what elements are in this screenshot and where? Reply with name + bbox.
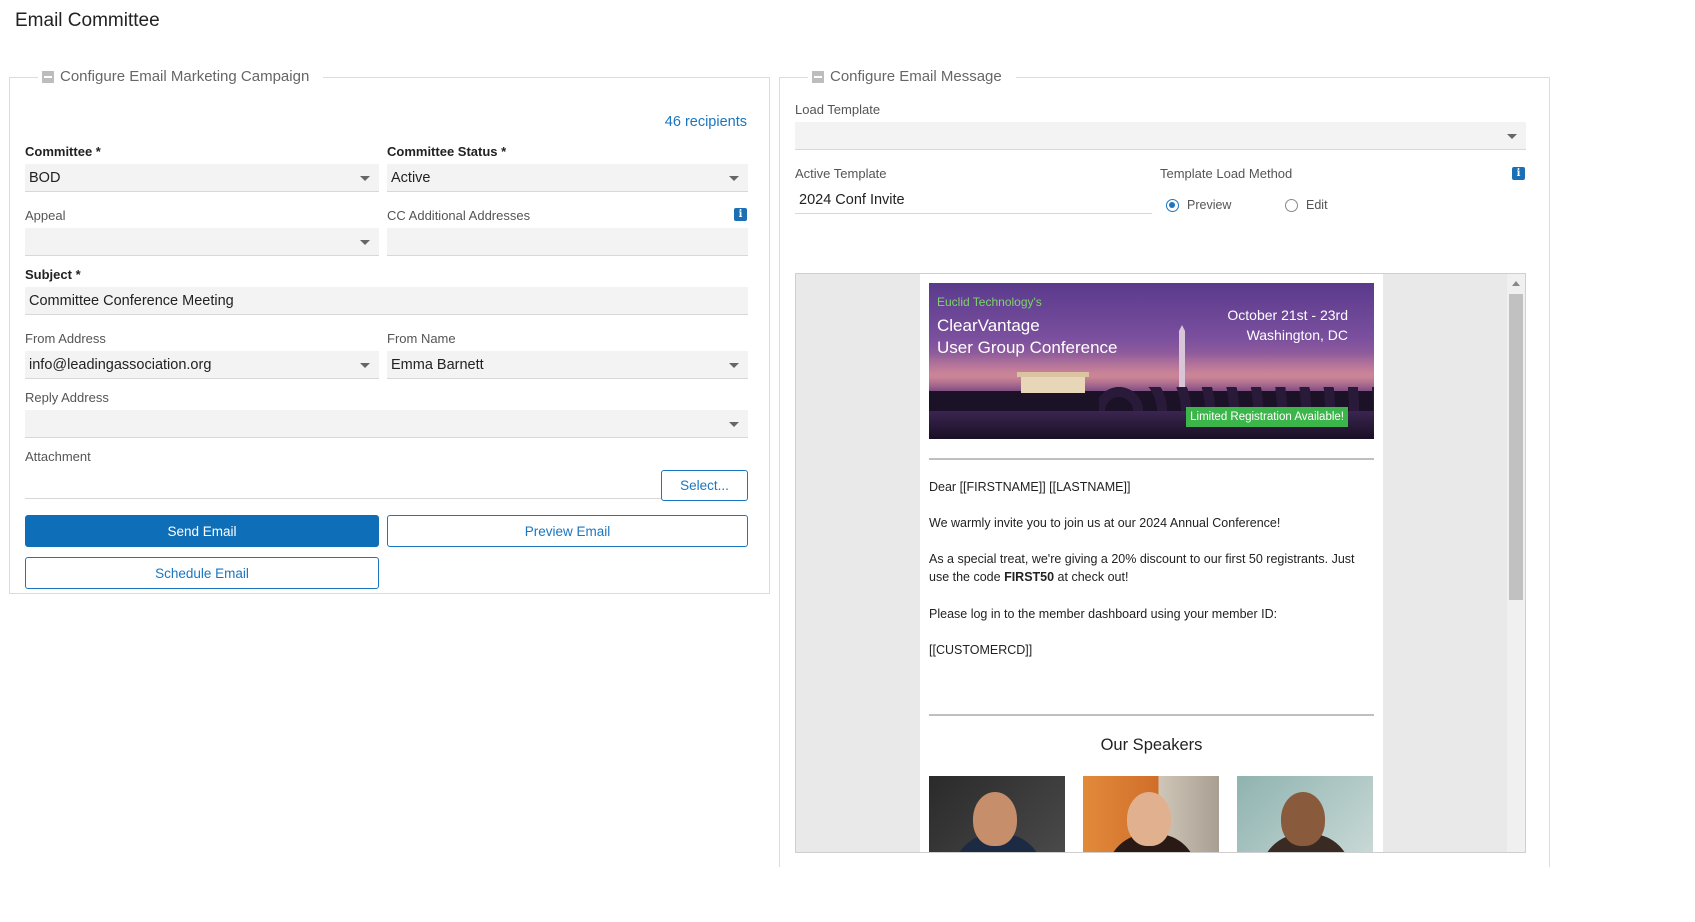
email-para2-post: at check out! xyxy=(1054,570,1129,584)
reply-address-label: Reply Address xyxy=(25,390,109,405)
info-icon[interactable]: i xyxy=(734,208,747,221)
message-panel-title: Configure Email Message xyxy=(830,68,1002,85)
banner-title-line2: User Group Conference xyxy=(937,338,1118,357)
info-icon[interactable]: i xyxy=(1512,167,1525,180)
email-preview-frame[interactable]: Euclid Technology's ClearVantage User Gr… xyxy=(795,273,1526,853)
collapse-icon[interactable] xyxy=(812,70,824,83)
reply-address-select[interactable] xyxy=(25,410,748,438)
email-body: Euclid Technology's ClearVantage User Gr… xyxy=(920,274,1383,852)
committee-label: Committee * xyxy=(25,144,101,159)
divider xyxy=(929,714,1374,716)
chevron-down-icon xyxy=(1507,134,1517,139)
banner-title-line1: ClearVantage xyxy=(937,316,1040,335)
subject-label: Subject * xyxy=(25,267,81,282)
chevron-down-icon xyxy=(360,240,370,245)
load-template-select[interactable] xyxy=(795,122,1526,150)
attachment-input[interactable] xyxy=(25,471,661,499)
subject-input[interactable]: Committee Conference Meeting xyxy=(25,287,748,315)
speaker-photo xyxy=(1083,776,1219,852)
appeal-label: Appeal xyxy=(25,208,66,223)
chevron-down-icon xyxy=(729,422,739,427)
speaker-face xyxy=(1127,792,1171,846)
from-address-select[interactable]: info@leadingassociation.org xyxy=(25,351,379,379)
email-para3: Please log in to the member dashboard us… xyxy=(929,607,1278,621)
banner-brand: Euclid Technology's xyxy=(937,295,1042,309)
send-email-button[interactable]: Send Email xyxy=(25,515,379,547)
committee-value: BOD xyxy=(29,170,61,186)
from-address-label: From Address xyxy=(25,331,106,346)
speaker-face xyxy=(1281,792,1325,846)
message-panel-legend[interactable]: Configure Email Message xyxy=(808,68,1016,85)
email-para2-pre: As a special treat, we're giving a 20% d… xyxy=(929,552,1355,584)
email-greeting: Dear [[FIRSTNAME]] [[LASTNAME]] xyxy=(929,480,1131,494)
memorial-graphic xyxy=(1017,372,1089,393)
committee-select[interactable]: BOD xyxy=(25,164,379,192)
template-load-method-label: Template Load Method xyxy=(1160,166,1293,181)
load-template-label: Load Template xyxy=(795,102,881,117)
email-promo-code: FIRST50 xyxy=(1004,570,1055,584)
attachment-label: Attachment xyxy=(25,449,91,464)
active-template-input[interactable]: 2024 Conf Invite xyxy=(795,186,1152,214)
cc-label: CC Additional Addresses xyxy=(387,208,531,223)
attachment-select-button[interactable]: Select... xyxy=(661,470,748,501)
collapse-icon[interactable] xyxy=(42,70,54,83)
email-para4: [[CUSTOMERCD]] xyxy=(929,643,1033,657)
conference-banner: Euclid Technology's ClearVantage User Gr… xyxy=(929,283,1374,439)
speaker-photo xyxy=(1237,776,1373,852)
appeal-select[interactable] xyxy=(25,228,379,256)
preview-scrollbar[interactable] xyxy=(1507,274,1525,852)
campaign-panel: Configure Email Marketing Campaign 46 re… xyxy=(9,68,770,594)
email-para1: We warmly invite you to join us at our 2… xyxy=(929,516,1281,530)
scroll-up-icon[interactable] xyxy=(1512,281,1520,286)
from-address-value: info@leadingassociation.org xyxy=(29,357,212,373)
registration-badge: Limited Registration Available! xyxy=(1186,407,1348,427)
schedule-email-button[interactable]: Schedule Email xyxy=(25,557,379,589)
radio-unchecked-icon[interactable] xyxy=(1285,198,1298,212)
divider xyxy=(929,458,1374,460)
banner-date-line1: October 21st - 23rd xyxy=(1227,307,1348,323)
radio-preview[interactable]: Preview xyxy=(1166,198,1231,212)
monument-graphic xyxy=(1179,325,1185,393)
chevron-down-icon xyxy=(729,176,739,181)
speaker-photo xyxy=(929,776,1065,852)
active-template-label: Active Template xyxy=(795,166,887,181)
chevron-down-icon xyxy=(360,363,370,368)
committee-status-label: Committee Status * xyxy=(387,144,507,159)
campaign-panel-title: Configure Email Marketing Campaign xyxy=(60,68,310,85)
banner-date-line2: Washington, DC xyxy=(1246,327,1348,343)
page-title: Email Committee xyxy=(15,10,160,31)
preview-email-button[interactable]: Preview Email xyxy=(387,515,748,547)
recipients-count[interactable]: 46 recipients xyxy=(665,114,747,130)
radio-edit-label: Edit xyxy=(1306,198,1328,212)
active-template-value: 2024 Conf Invite xyxy=(799,192,905,208)
speaker-face xyxy=(973,792,1017,846)
scrollbar-thumb[interactable] xyxy=(1509,294,1523,600)
from-name-value: Emma Barnett xyxy=(391,357,484,373)
from-name-label: From Name xyxy=(387,331,456,346)
chevron-down-icon xyxy=(729,363,739,368)
subject-value: Committee Conference Meeting xyxy=(29,293,234,309)
radio-checked-icon[interactable] xyxy=(1166,198,1179,212)
banner-date: October 21st - 23rd Washington, DC xyxy=(1227,305,1348,345)
speakers-title: Our Speakers xyxy=(1100,736,1203,754)
email-para2: As a special treat, we're giving a 20% d… xyxy=(929,550,1374,586)
cc-input[interactable] xyxy=(387,228,748,256)
banner-title: ClearVantage User Group Conference xyxy=(937,315,1117,359)
radio-edit[interactable]: Edit xyxy=(1285,198,1328,212)
from-name-select[interactable]: Emma Barnett xyxy=(387,351,748,379)
campaign-panel-legend[interactable]: Configure Email Marketing Campaign xyxy=(38,68,324,85)
committee-status-value: Active xyxy=(391,170,431,186)
committee-status-select[interactable]: Active xyxy=(387,164,748,192)
radio-preview-label: Preview xyxy=(1187,198,1232,212)
chevron-down-icon xyxy=(360,176,370,181)
